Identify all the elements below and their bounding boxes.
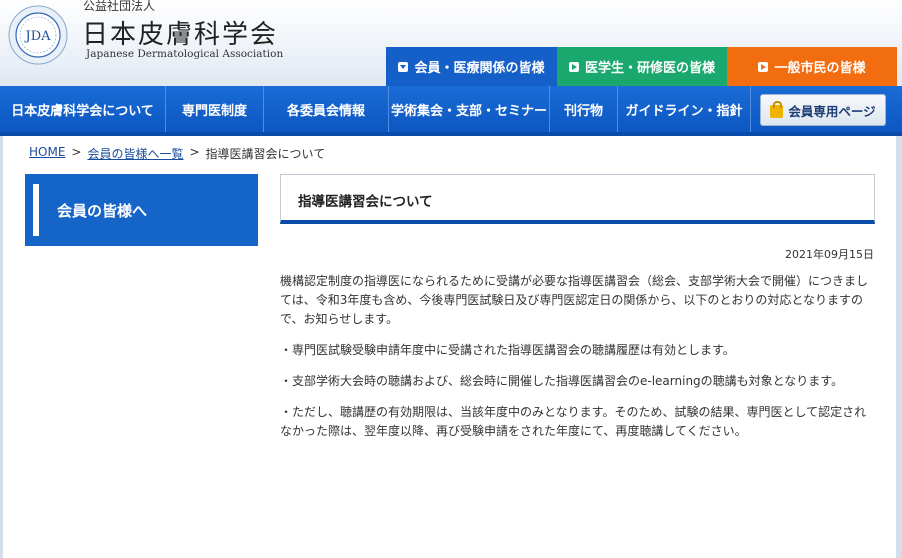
chevron-right-icon (568, 61, 579, 72)
nav-item-about[interactable]: 日本皮膚科学会について (0, 86, 166, 132)
site-header: JDA 公益社団法人 日本皮膚科学会 Japanese Dermatologic… (0, 0, 902, 86)
global-nav: 日本皮膚科学会について 専門医制度 各委員会情報 学術集会・支部・セミナー 刊行… (0, 86, 902, 136)
breadcrumb-members-link[interactable]: 会員の皆様へ一覧 (87, 145, 183, 162)
org-name-en: Japanese Dermatological Association (86, 48, 284, 60)
article-paragraph: ・支部学術大会時の聴講および、総会時に開催した指導医講習会のe-learning… (280, 374, 844, 388)
article-body: 機構認定制度の指導医になられるために受講が必要な指導医講習会（総会、支部学術大会… (280, 272, 876, 453)
nav-item-guidelines[interactable]: ガイドライン・指針 (618, 86, 751, 132)
page-title: 指導医講習会について (298, 194, 433, 210)
chevron-down-icon (398, 61, 409, 72)
sidebar-marker (33, 184, 39, 236)
members-only-button[interactable]: 会員専用ページ (760, 94, 886, 126)
page: JDA 公益社団法人 日本皮膚科学会 Japanese Dermatologic… (0, 0, 902, 558)
breadcrumb: HOME > 会員の皆様へ一覧 > 指導医講習会について (29, 145, 325, 162)
tab-students-residents-label: 医学生・研修医の皆様 (584, 61, 715, 76)
tab-general-public[interactable]: 一般市民の皆様 (727, 47, 897, 86)
members-only-label: 会員専用ページ (788, 103, 876, 119)
org-name[interactable]: 日本皮膚科学会 (82, 14, 278, 51)
article-paragraph: ・ただし、聴講歴の有効期限は、当該年度中のみとなります。そのため、試験の結果、専… (280, 405, 867, 438)
tab-general-public-label: 一般市民の皆様 (774, 61, 866, 76)
audience-tabs: 会員・医療関係の皆様 医学生・研修医の皆様 一般市民の皆様 (386, 47, 897, 86)
tab-members-medical-label: 会員・医療関係の皆様 (414, 61, 545, 76)
breadcrumb-home-link[interactable]: HOME (29, 145, 65, 162)
frame-left (0, 136, 3, 558)
sidebar-item-members[interactable]: 会員の皆様へ (57, 200, 147, 221)
chevron-right-icon (758, 61, 769, 72)
breadcrumb-separator: > (189, 145, 200, 159)
org-type: 公益社団法人 (83, 0, 156, 13)
breadcrumb-separator: > (71, 145, 82, 159)
nav-item-committees[interactable]: 各委員会情報 (264, 86, 389, 132)
page-title-box: 指導医講習会について (280, 174, 875, 224)
tab-students-residents[interactable]: 医学生・研修医の皆様 (557, 47, 727, 86)
jda-logo-icon[interactable]: JDA (4, 4, 74, 66)
logo-text: JDA (23, 29, 51, 44)
lock-icon (770, 100, 784, 118)
article-paragraph: ・専門医試験受験申請年度中に受講された指導医講習会の聴講履歴は有効とします。 (280, 343, 735, 357)
tab-members-medical[interactable]: 会員・医療関係の皆様 (386, 47, 557, 86)
breadcrumb-current: 指導医講習会について (205, 147, 326, 161)
nav-item-publications[interactable]: 刊行物 (550, 86, 618, 132)
publish-date: 2021年09月15日 (785, 248, 874, 261)
article-paragraph: 機構認定制度の指導医になられるために受講が必要な指導医講習会（総会、支部学術大会… (280, 274, 869, 326)
frame-right (896, 136, 902, 558)
nav-item-specialist-system[interactable]: 専門医制度 (166, 86, 264, 132)
sidebar-menu: 会員の皆様へ (25, 174, 258, 246)
nav-item-meetings[interactable]: 学術集会・支部・セミナー (389, 86, 550, 132)
